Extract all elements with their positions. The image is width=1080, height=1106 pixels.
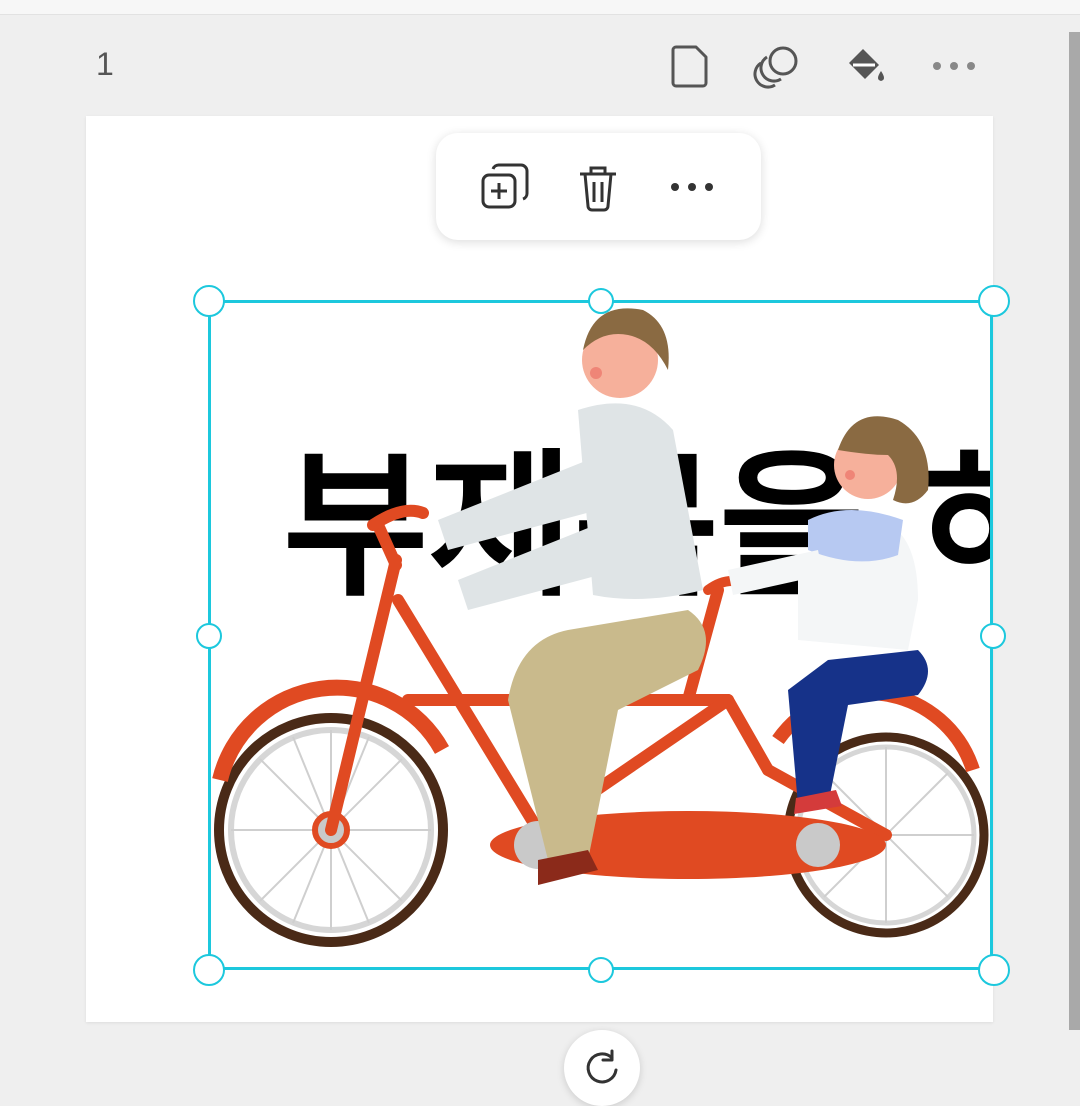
- resize-handle-bottom[interactable]: [588, 957, 614, 983]
- resize-handle-bottom-left[interactable]: [193, 954, 225, 986]
- resize-handle-top-left[interactable]: [193, 285, 225, 317]
- more-horizontal-icon[interactable]: [657, 152, 727, 222]
- resize-handle-top-right[interactable]: [978, 285, 1010, 317]
- more-horizontal-icon[interactable]: [924, 40, 984, 92]
- resize-handle-bottom-right[interactable]: [978, 954, 1010, 986]
- page-number: 1: [96, 46, 114, 82]
- layers-icon[interactable]: [748, 40, 808, 92]
- page-toolbar: [660, 40, 984, 92]
- trash-icon[interactable]: [563, 152, 633, 222]
- resize-handle-top[interactable]: [588, 288, 614, 314]
- bicycle-illustration[interactable]: [208, 300, 995, 970]
- paint-bucket-icon[interactable]: [836, 40, 896, 92]
- rotate-icon: [586, 1049, 618, 1084]
- scrollbar[interactable]: [1069, 32, 1080, 1030]
- resize-handle-right[interactable]: [980, 623, 1006, 649]
- page-icon[interactable]: [660, 40, 720, 92]
- duplicate-icon[interactable]: [470, 152, 540, 222]
- resize-handle-left[interactable]: [196, 623, 222, 649]
- top-bar: [0, 0, 1080, 15]
- element-context-menu: [436, 133, 761, 240]
